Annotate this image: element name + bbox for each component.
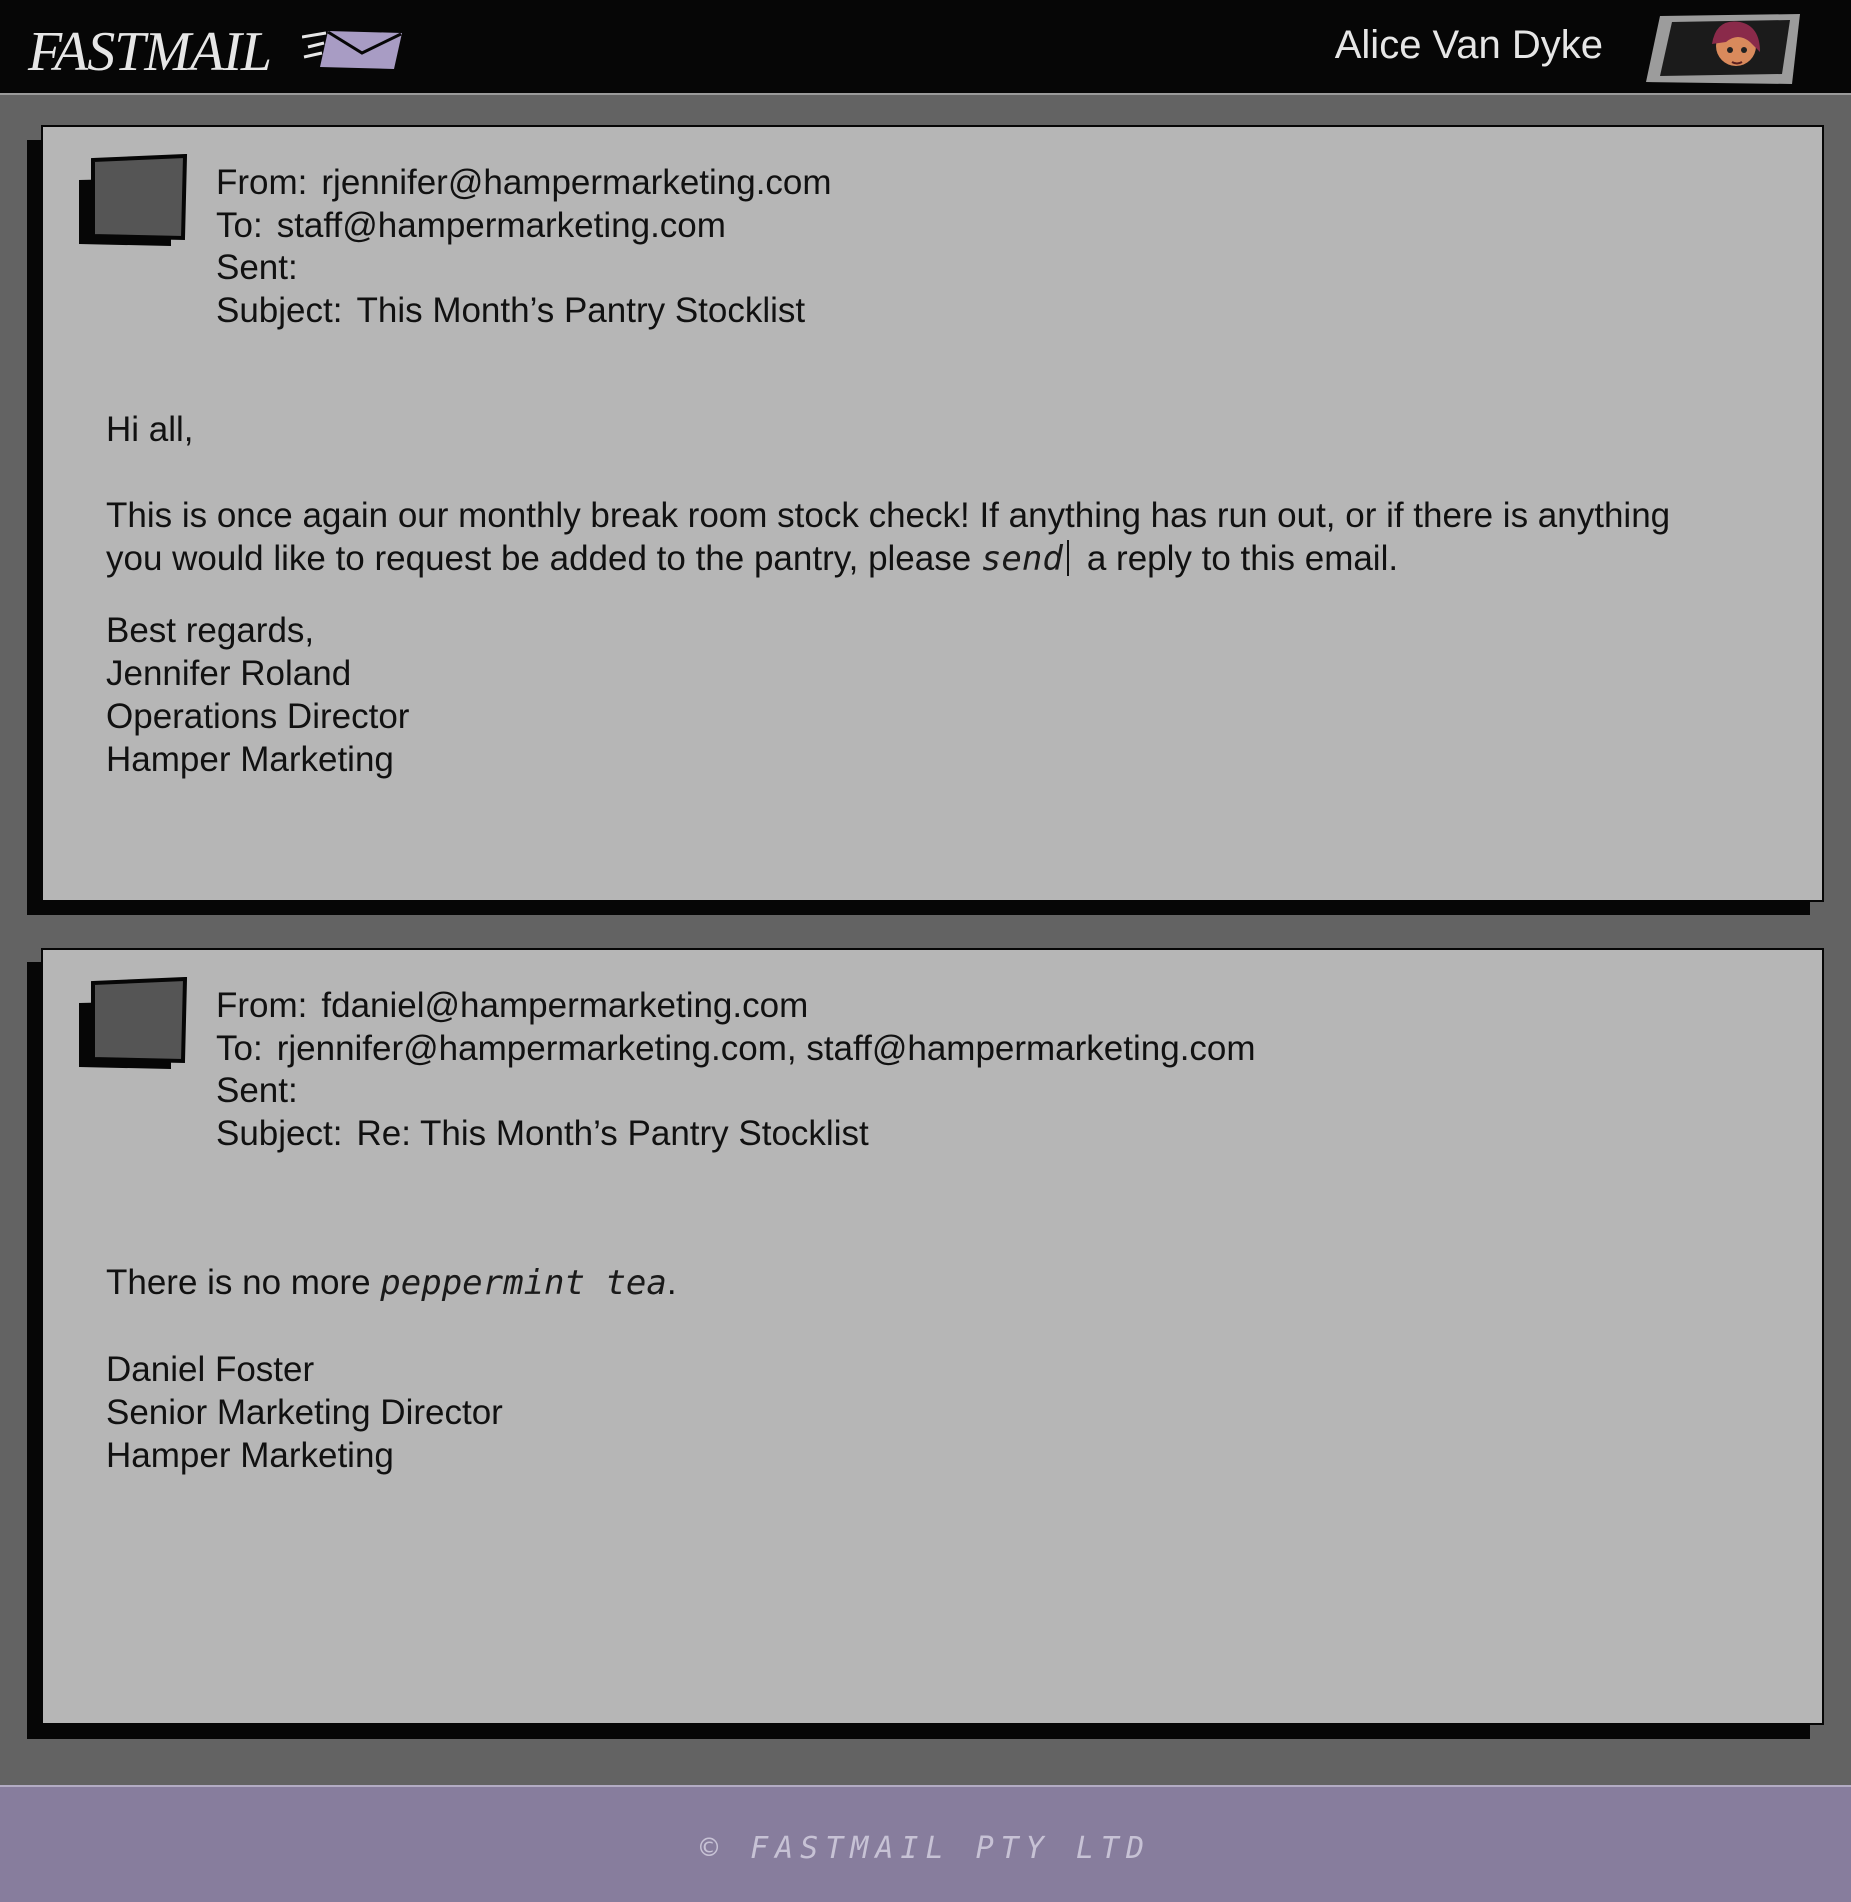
from-address[interactable]: rjennifer@hampermarketing.com [321,163,831,202]
signature-company: Hamper Marketing [106,740,394,779]
envelope-icon [302,30,402,69]
footer-company: FASTMAIL PTY LTD [750,1831,1152,1866]
greeting: Hi all, [106,410,194,449]
handwritten-words: peppermint tea [380,1263,667,1303]
email-card: From: fdaniel@hampermarketing.com To: rjen… [41,948,1824,1725]
app-logo[interactable]: FASTMAIL [28,20,272,84]
email-headers: From: fdaniel@hampermarketing.com To: rjen… [216,985,1256,1155]
body-text: There is no more [106,1263,371,1302]
sent-label: Sent: [216,248,298,287]
subject-value: Re: This Month’s Pantry Stocklist [356,1113,869,1153]
signature-company: Hamper Marketing [106,1436,394,1475]
body-line: you would like to request be added to th… [106,537,1670,581]
footer: © FASTMAIL PTY LTD [0,1785,1851,1902]
body-text: . [666,1263,677,1302]
email-body: There is no more peppermint tea. Daniel … [106,1261,677,1477]
signature-name: Daniel Foster [106,1350,315,1389]
copyright-icon: © [699,1831,725,1866]
signature-title: Operations Director [106,697,410,736]
to-label: To: [216,205,263,245]
signature-title: Senior Marketing Director [106,1393,503,1432]
to-address[interactable]: staff@hampermarketing.com [277,206,726,245]
text-cursor [1066,540,1069,576]
email-headers: From: rjennifer@hampermarketing.com To: st… [216,162,832,332]
handwritten-word: send [980,539,1063,579]
body-text: you would like to request be added to th… [106,539,972,578]
sender-avatar-icon [79,977,188,1069]
to-label: To: [216,1028,263,1068]
user-name[interactable]: Alice Van Dyke [1335,20,1603,70]
from-address[interactable]: fdaniel@hampermarketing.com [321,986,808,1025]
email-card: From: rjennifer@hampermarketing.com To: st… [41,125,1824,902]
subject-label: Subject: [216,290,343,330]
email-body: Hi all, This is once again our monthly b… [106,408,1670,781]
signoff: Best regards, [106,611,315,650]
sender-avatar-icon [79,154,188,246]
body-line: There is no more peppermint tea. [106,1261,677,1305]
top-bar: FASTMAIL Alice Van Dyke [0,0,1851,95]
body-text: a reply to this email. [1086,539,1399,578]
subject-value: This Month’s Pantry Stocklist [356,290,806,330]
from-label: From: [216,986,308,1025]
signature-name: Jennifer Roland [106,654,352,693]
sent-label: Sent: [216,1071,298,1110]
avatar[interactable] [1642,12,1802,86]
to-address[interactable]: rjennifer@hampermarketing.com, staff@ham… [277,1029,1256,1068]
subject-label: Subject: [216,1113,343,1153]
body-line: This is once again our monthly break roo… [106,496,1671,535]
footer-copyright: © FASTMAIL PTY LTD [0,1831,1851,1866]
from-label: From: [216,163,308,202]
